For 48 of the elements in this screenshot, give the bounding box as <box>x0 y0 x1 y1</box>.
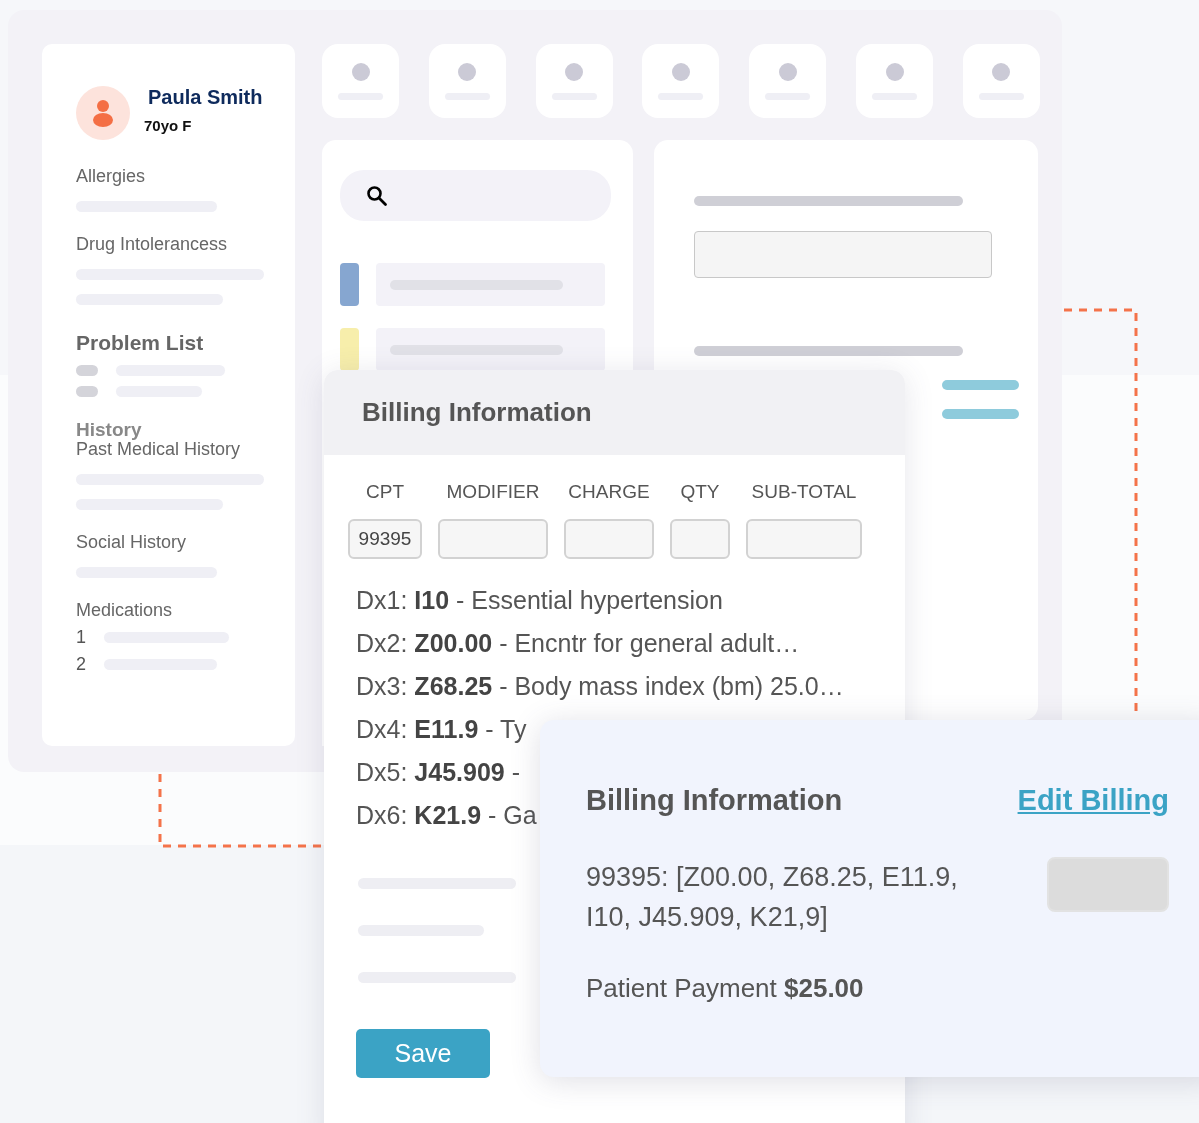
patient-age-sex: 70yo F <box>144 117 193 134</box>
list-row[interactable] <box>376 328 605 371</box>
section-label: Problem List <box>76 331 205 355</box>
diagnosis-line: Dx1: I10 - Essential hypertension <box>356 585 723 615</box>
patient-payment: Patient Payment $25.00 <box>586 973 865 1004</box>
column-header: CHARGE <box>568 481 650 503</box>
column-header: CPT <box>366 481 404 503</box>
billing-codes: 99395: [Z00.00, Z68.25, E11.9, I10, J45.909, K21,9] <box>586 861 959 934</box>
section-label: Medications <box>76 600 174 621</box>
edit-billing-link[interactable]: Edit Billing <box>1017 784 1169 817</box>
patient-name: Paula Smith <box>148 86 263 109</box>
profile-tile[interactable] <box>962 44 1040 118</box>
list-number: 2 <box>76 654 86 675</box>
section-label: Social History <box>76 532 188 553</box>
diagnosis-line: Dx4: E11.9 - Ty <box>356 714 527 744</box>
profile-tile[interactable] <box>322 44 399 118</box>
input-field[interactable] <box>564 519 654 559</box>
person-avatar-icon <box>76 86 130 140</box>
diagnosis-line: Dx6: K21.9 - Ga <box>356 800 537 830</box>
column-header: MODIFIER <box>446 481 540 503</box>
section-label: History <box>76 419 143 441</box>
input-field[interactable] <box>694 231 992 278</box>
list-row[interactable] <box>376 263 605 306</box>
search-icon <box>366 184 388 207</box>
diagnosis-line: Dx2: Z00.00 - Encntr for general adult… <box>356 628 800 658</box>
input-field[interactable] <box>438 519 548 559</box>
list-number: 1 <box>76 627 86 648</box>
input-field[interactable] <box>746 519 862 559</box>
diagnosis-line: Dx5: J45.909 - <box>356 757 520 787</box>
input-field[interactable] <box>670 519 730 559</box>
search-field[interactable] <box>340 170 611 221</box>
profile-tile[interactable] <box>642 44 720 118</box>
section-label: Allergies <box>76 166 147 187</box>
card-title: Billing Information <box>362 397 592 428</box>
placeholder-pill <box>76 365 98 376</box>
section-label: Past Medical History <box>76 439 242 460</box>
profile-tile[interactable] <box>428 44 506 118</box>
diagnosis-line: Dx3: Z68.25 - Body mass index (bm) 25.0… <box>356 671 844 701</box>
profile-tile[interactable] <box>749 44 827 118</box>
save-button[interactable]: Save <box>356 1029 490 1078</box>
column-header: SUB-TOTAL <box>751 481 857 503</box>
profile-tile[interactable] <box>535 44 613 118</box>
input-field[interactable]: 99395 <box>348 519 422 559</box>
profile-tile[interactable] <box>856 44 934 118</box>
section-label: Drug Intolerancess <box>76 234 229 255</box>
placeholder-pill <box>76 386 98 397</box>
column-header: QTY <box>680 481 720 503</box>
card-title: Billing Information <box>586 784 843 817</box>
